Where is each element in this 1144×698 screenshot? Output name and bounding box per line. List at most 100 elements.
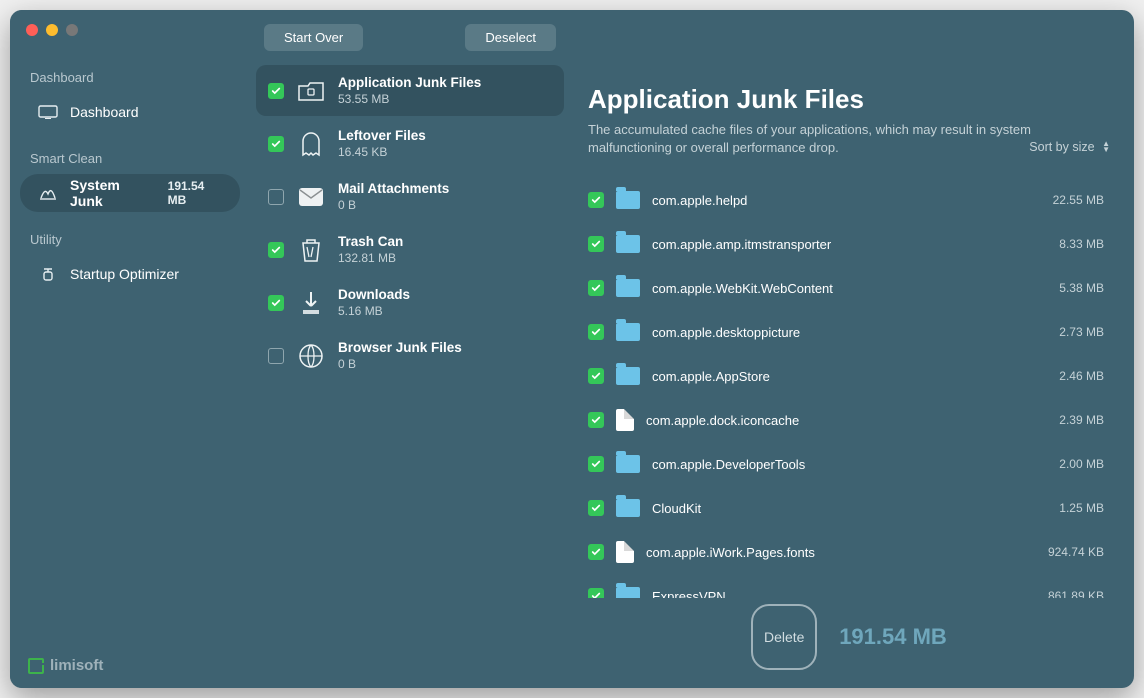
category-size: 5.16 MB [338,304,410,318]
total-size: 191.54 MB [839,624,947,650]
file-size: 8.33 MB [1026,237,1104,251]
checkbox[interactable] [268,189,284,205]
checkbox[interactable] [268,348,284,364]
file-name: com.apple.desktoppicture [652,325,1014,340]
checkbox[interactable] [588,456,604,472]
file-row[interactable]: com.apple.dock.iconcache 2.39 MB [588,398,1104,442]
category-size: 132.81 MB [338,251,403,265]
checkbox[interactable] [588,412,604,428]
category-row[interactable]: Browser Junk Files0 B [256,330,564,381]
file-icon [616,541,634,563]
checkbox[interactable] [588,368,604,384]
file-row[interactable]: com.apple.iWork.Pages.fonts 924.74 KB [588,530,1104,574]
zoom-icon[interactable] [66,24,78,36]
checkbox[interactable] [268,83,284,99]
checkbox[interactable] [588,192,604,208]
details-title: Application Junk Files [588,84,1110,115]
category-size: 0 B [338,357,462,371]
file-name: com.apple.iWork.Pages.fonts [646,545,1014,560]
sidebar: DashboardDashboardSmart CleanSystem Junk… [10,10,250,688]
sidebar-item-badge: 191.54 MB [168,179,226,207]
delete-button[interactable]: Delete [751,604,817,670]
checkbox[interactable] [268,295,284,311]
folder-icon [616,499,640,517]
file-size: 22.55 MB [1026,193,1104,207]
file-list[interactable]: com.apple.helpd 22.55 MB com.apple.amp.itm… [588,178,1110,598]
category-title: Downloads [338,287,410,302]
file-name: com.apple.dock.iconcache [646,413,1014,428]
file-name: com.apple.DeveloperTools [652,457,1014,472]
sidebar-item-dashboard[interactable]: Dashboard [20,93,240,131]
nav-icon [38,104,58,120]
category-size: 53.55 MB [338,92,481,106]
file-name: ExpressVPN [652,589,1014,598]
deselect-button[interactable]: Deselect [465,24,556,51]
file-size: 5.38 MB [1026,281,1104,295]
sort-label: Sort by size [1029,140,1094,154]
ghost-icon [296,131,326,157]
folder-lock-icon [296,78,326,104]
folder-icon [616,235,640,253]
nav-icon [38,266,58,282]
mail-icon [296,184,326,210]
category-row[interactable]: Downloads 5.16 MB [256,277,564,328]
category-panel: Start Over Deselect Application Junk Fil… [250,10,570,688]
sidebar-item-label: Startup Optimizer [70,266,179,282]
folder-icon [616,323,640,341]
brand-logo-icon [28,658,44,674]
file-name: com.apple.AppStore [652,369,1014,384]
folder-icon [616,191,640,209]
folder-icon [616,279,640,297]
close-icon[interactable] [26,24,38,36]
details-panel: Application Junk Files The accumulated c… [570,10,1134,688]
sidebar-item-system-junk[interactable]: System Junk191.54 MB [20,174,240,212]
checkbox[interactable] [268,136,284,152]
start-over-button[interactable]: Start Over [264,24,363,51]
nav-icon [38,185,58,201]
globe-icon [296,343,326,369]
category-size: 16.45 KB [338,145,426,159]
category-row[interactable]: Trash Can132.81 MB [256,224,564,275]
file-row[interactable]: com.apple.amp.itmstransporter 8.33 MB [588,222,1104,266]
file-row[interactable]: com.apple.helpd 22.55 MB [588,178,1104,222]
folder-icon [616,587,640,598]
checkbox[interactable] [588,544,604,560]
checkbox[interactable] [588,280,604,296]
file-row[interactable]: com.apple.DeveloperTools2.00 MB [588,442,1104,486]
file-name: com.apple.helpd [652,193,1014,208]
minimize-icon[interactable] [46,24,58,36]
file-row[interactable]: CloudKit 1.25 MB [588,486,1104,530]
file-row[interactable]: com.apple.WebKit.WebContent5.38 MB [588,266,1104,310]
category-row[interactable]: Application Junk Files 53.55 MB [256,65,564,116]
file-size: 2.39 MB [1026,413,1104,427]
checkbox[interactable] [588,324,604,340]
checkbox[interactable] [588,588,604,598]
checkbox[interactable] [268,242,284,258]
sort-toggle[interactable]: Sort by size ▲▼ [1029,140,1110,154]
category-title: Leftover Files [338,128,426,143]
window-controls [26,24,78,36]
file-size: 924.74 KB [1026,545,1104,559]
folder-icon [616,367,640,385]
checkbox[interactable] [588,500,604,516]
file-row[interactable]: com.apple.AppStore2.46 MB [588,354,1104,398]
file-row[interactable]: com.apple.desktoppicture 2.73 MB [588,310,1104,354]
brand: limisoft [10,643,250,688]
folder-icon [616,455,640,473]
file-size: 1.25 MB [1026,501,1104,515]
trash-icon [296,237,326,263]
category-title: Mail Attachments [338,181,449,196]
sidebar-section-title: Smart Clean [10,143,250,172]
sidebar-section-title: Utility [10,224,250,253]
category-row[interactable]: Mail Attachments0 B [256,171,564,222]
file-size: 2.73 MB [1026,325,1104,339]
sort-arrows-icon: ▲▼ [1102,141,1110,153]
sidebar-item-startup-optimizer[interactable]: Startup Optimizer [20,255,240,293]
file-row[interactable]: ExpressVPN 861.89 KB [588,574,1104,598]
category-title: Application Junk Files [338,75,481,90]
category-row[interactable]: Leftover Files 16.45 KB [256,118,564,169]
file-size: 861.89 KB [1026,589,1104,598]
file-name: CloudKit [652,501,1014,516]
checkbox[interactable] [588,236,604,252]
file-name: com.apple.amp.itmstransporter [652,237,1014,252]
